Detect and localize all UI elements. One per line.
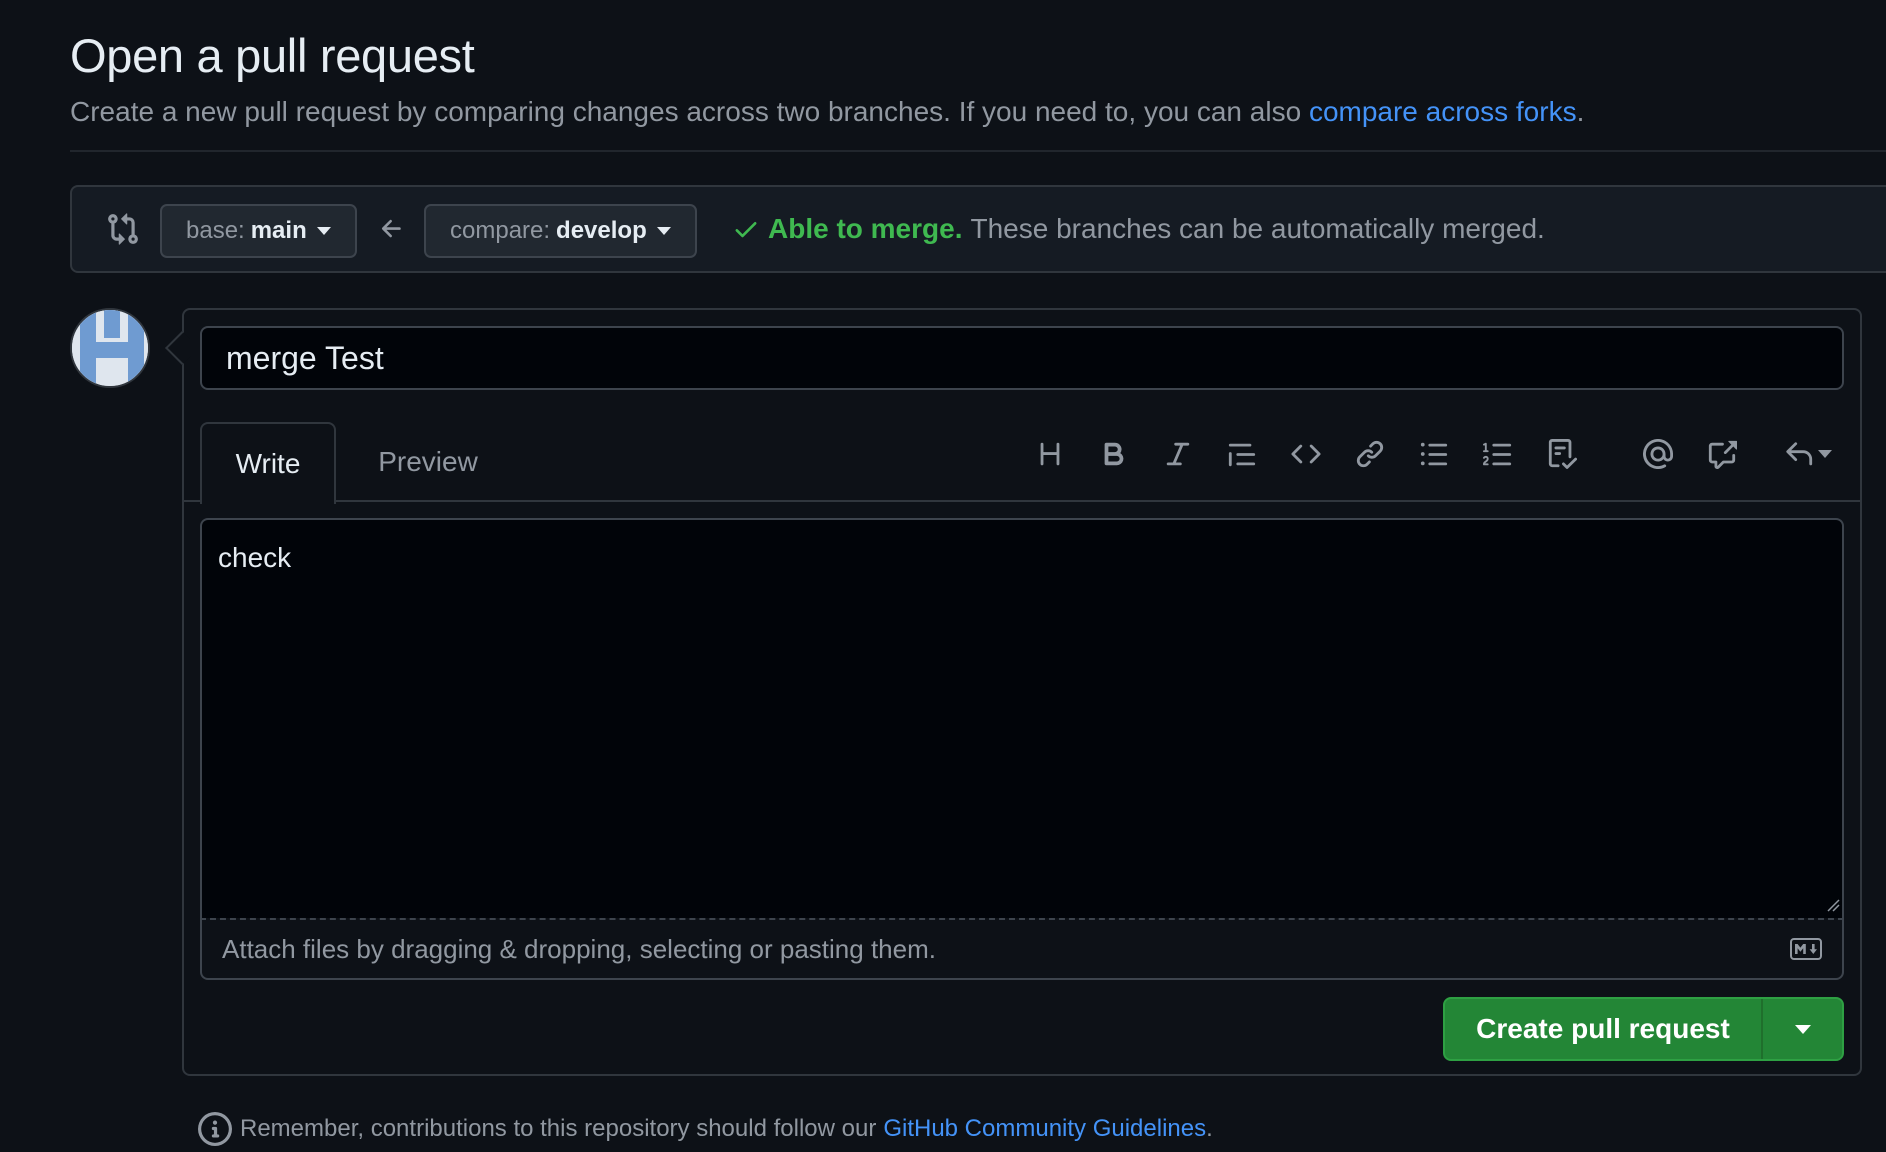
link-icon[interactable] (1350, 434, 1390, 474)
compare-bar: base: main compare: develop Able to merg… (70, 185, 1886, 273)
page-subtitle: Create a new pull request by comparing c… (70, 96, 1584, 128)
page-title: Open a pull request (70, 29, 475, 82)
task-list-icon[interactable] (1542, 434, 1582, 474)
merge-status: Able to merge. These branches can be aut… (732, 213, 1545, 245)
check-icon (735, 222, 757, 238)
guidelines-note: Remember, contributions to this reposito… (198, 1112, 1213, 1146)
guidelines-end: . (1206, 1115, 1213, 1142)
avatar[interactable] (70, 308, 150, 388)
tab-write[interactable]: Write (200, 422, 336, 504)
arrow-left-icon (381, 219, 401, 238)
attach-files-bar[interactable]: Attach files by dragging & dropping, sel… (200, 918, 1844, 980)
merge-status-text: These branches can be automatically merg… (970, 213, 1545, 244)
base-branch-select[interactable]: base: main (160, 204, 357, 258)
guidelines-text: Remember, contributions to this reposito… (240, 1115, 877, 1142)
mention-icon[interactable] (1638, 434, 1678, 474)
merge-ok-label: Able to merge. (768, 213, 963, 244)
header-divider (70, 150, 1886, 152)
create-pull-request-button[interactable]: Create pull request (1445, 999, 1763, 1059)
ordered-list-icon[interactable] (1478, 434, 1518, 474)
compare-branch-select[interactable]: compare: develop (424, 204, 697, 258)
create-pr-options-dropdown[interactable] (1763, 999, 1842, 1059)
subtitle-end: . (1576, 96, 1585, 127)
heading-icon[interactable] (1030, 434, 1070, 474)
compare-across-forks-link[interactable]: compare across forks (1309, 96, 1577, 127)
markdown-icon[interactable] (1790, 938, 1822, 960)
tab-preview[interactable]: Preview (360, 422, 496, 502)
community-guidelines-link[interactable]: GitHub Community Guidelines (883, 1115, 1206, 1143)
resize-handle-icon[interactable] (1826, 898, 1840, 912)
info-icon (198, 1112, 232, 1146)
cross-reference-icon[interactable] (1702, 434, 1742, 474)
pr-body-textarea[interactable]: check (200, 518, 1844, 918)
unordered-list-icon[interactable] (1414, 434, 1454, 474)
pr-title-input[interactable] (200, 326, 1844, 390)
create-pr-button-group: Create pull request (1443, 997, 1844, 1061)
italic-icon[interactable] (1158, 434, 1198, 474)
chevron-down-icon (1794, 1024, 1811, 1034)
chevron-down-icon (656, 227, 671, 235)
saved-replies-icon[interactable] (1778, 434, 1838, 474)
compare-prefix: compare: (450, 217, 551, 244)
git-compare-icon (108, 213, 138, 245)
subtitle-text: Create a new pull request by comparing c… (70, 96, 1302, 127)
base-branch-name: main (250, 217, 307, 244)
attach-files-text: Attach files by dragging & dropping, sel… (222, 933, 936, 964)
chevron-down-icon (316, 227, 331, 235)
chevron-down-icon (1818, 450, 1832, 458)
code-icon[interactable] (1286, 434, 1326, 474)
base-prefix: base: (186, 217, 245, 244)
compare-branch-name: develop (556, 217, 647, 244)
identicon-image (72, 310, 148, 386)
quote-icon[interactable] (1222, 434, 1262, 474)
bold-icon[interactable] (1094, 434, 1134, 474)
